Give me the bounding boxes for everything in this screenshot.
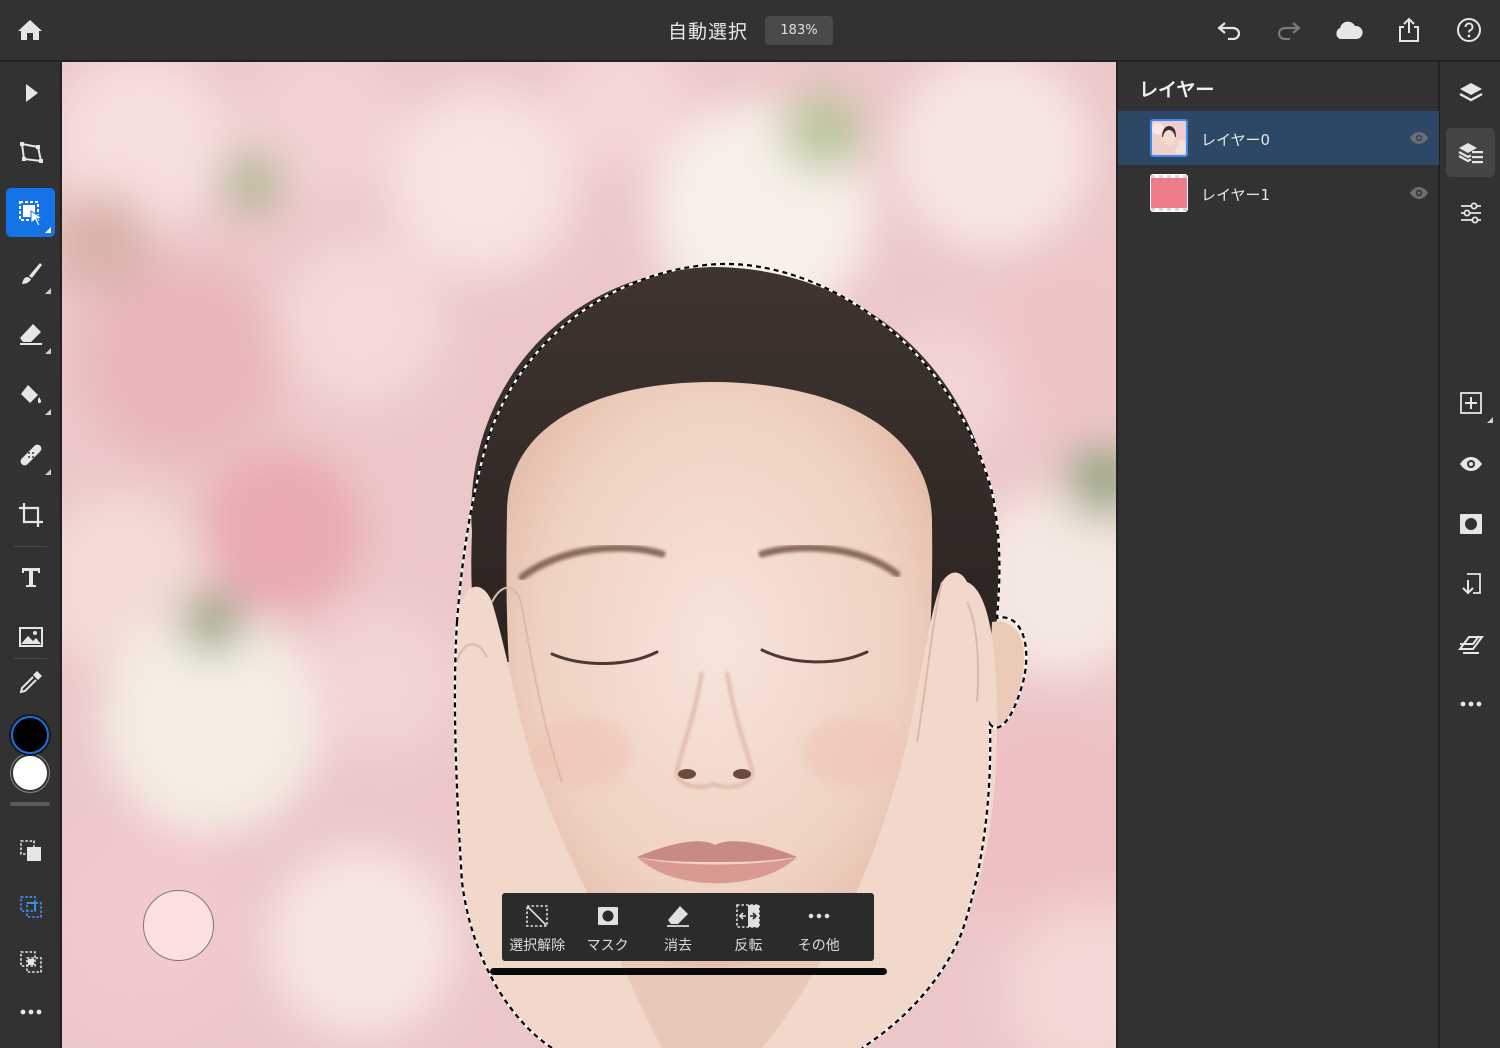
layer-name: レイヤー1 bbox=[1201, 186, 1271, 204]
selection-action-bar: 選択解除 マスク 消去 反転 その他 bbox=[502, 893, 874, 961]
tool-title: 自動選択 bbox=[668, 21, 749, 43]
left-toolbar bbox=[0, 62, 61, 1048]
share-icon[interactable] bbox=[1393, 14, 1425, 46]
help-icon[interactable] bbox=[1453, 14, 1485, 46]
more-label: その他 bbox=[797, 938, 840, 954]
layers-icon[interactable] bbox=[1446, 68, 1495, 117]
brush-cursor bbox=[143, 890, 214, 961]
home-icon[interactable] bbox=[14, 14, 46, 46]
mask-button[interactable]: マスク bbox=[572, 893, 642, 961]
visibility-icon[interactable] bbox=[1446, 439, 1495, 488]
background-color-swatch[interactable] bbox=[11, 754, 49, 792]
panel-title: レイヤー bbox=[1139, 79, 1215, 101]
more-icon[interactable] bbox=[1446, 679, 1495, 728]
layer-row-0[interactable]: レイヤー0 bbox=[1118, 111, 1439, 165]
layers-panel: レイヤー レイヤー0 レイヤー1 bbox=[1117, 62, 1439, 1048]
more-icon bbox=[806, 903, 832, 929]
intersect-selection-icon[interactable] bbox=[6, 937, 55, 986]
right-rail bbox=[1439, 62, 1500, 1048]
layer-name: レイヤー0 bbox=[1201, 131, 1271, 149]
crop-icon[interactable] bbox=[6, 490, 55, 539]
add-selection-icon[interactable] bbox=[6, 826, 55, 875]
layer-thumbnail bbox=[1150, 174, 1188, 212]
add-layer-icon[interactable] bbox=[1446, 378, 1495, 427]
brush-icon[interactable] bbox=[6, 249, 55, 298]
import-icon[interactable] bbox=[1446, 559, 1495, 608]
toolbar-handle[interactable] bbox=[10, 802, 50, 806]
healing-icon[interactable] bbox=[6, 430, 55, 479]
selection-tool-icon[interactable] bbox=[6, 188, 55, 237]
home-indicator bbox=[490, 968, 887, 975]
adjustments-icon[interactable] bbox=[1446, 188, 1495, 237]
deselect-icon bbox=[524, 903, 550, 929]
visibility-icon[interactable] bbox=[1408, 128, 1430, 148]
invert-button[interactable]: 反転 bbox=[713, 893, 783, 961]
top-bar: 自動選択 183% bbox=[0, 0, 1500, 61]
layer-row-1[interactable]: レイヤー1 bbox=[1118, 166, 1439, 220]
layer-thumbnail bbox=[1150, 119, 1188, 157]
cloud-icon[interactable] bbox=[1332, 14, 1364, 46]
erase-label: 消去 bbox=[663, 938, 692, 954]
zoom-level[interactable]: 183% bbox=[765, 16, 833, 45]
foreground-color-swatch[interactable] bbox=[11, 716, 49, 754]
more-options-button[interactable]: その他 bbox=[784, 893, 854, 961]
mask-icon[interactable] bbox=[1446, 499, 1495, 548]
clipping-icon[interactable] bbox=[1446, 619, 1495, 668]
subtract-selection-icon[interactable] bbox=[6, 882, 55, 931]
undo-icon[interactable] bbox=[1213, 14, 1245, 46]
deselect-label: 選択解除 bbox=[509, 938, 566, 954]
place-image-icon[interactable] bbox=[6, 612, 55, 661]
more-tools-icon[interactable] bbox=[6, 987, 55, 1036]
layer-properties-icon[interactable] bbox=[1446, 128, 1495, 177]
select-icon[interactable] bbox=[6, 68, 55, 117]
eyedropper-icon[interactable] bbox=[6, 657, 55, 706]
transform-icon[interactable] bbox=[6, 128, 55, 177]
erase-button[interactable]: 消去 bbox=[643, 893, 713, 961]
visibility-icon[interactable] bbox=[1408, 183, 1430, 203]
mask-label: マスク bbox=[586, 938, 629, 954]
toolbar-divider bbox=[14, 546, 47, 547]
erase-icon bbox=[665, 903, 691, 929]
fill-icon[interactable] bbox=[6, 370, 55, 419]
type-icon[interactable] bbox=[6, 552, 55, 601]
deselect-button[interactable]: 選択解除 bbox=[502, 893, 572, 961]
eraser-icon[interactable] bbox=[6, 309, 55, 358]
invert-label: 反転 bbox=[734, 938, 763, 954]
redo-icon[interactable] bbox=[1273, 14, 1305, 46]
mask-icon bbox=[595, 903, 621, 929]
invert-icon bbox=[735, 903, 761, 929]
